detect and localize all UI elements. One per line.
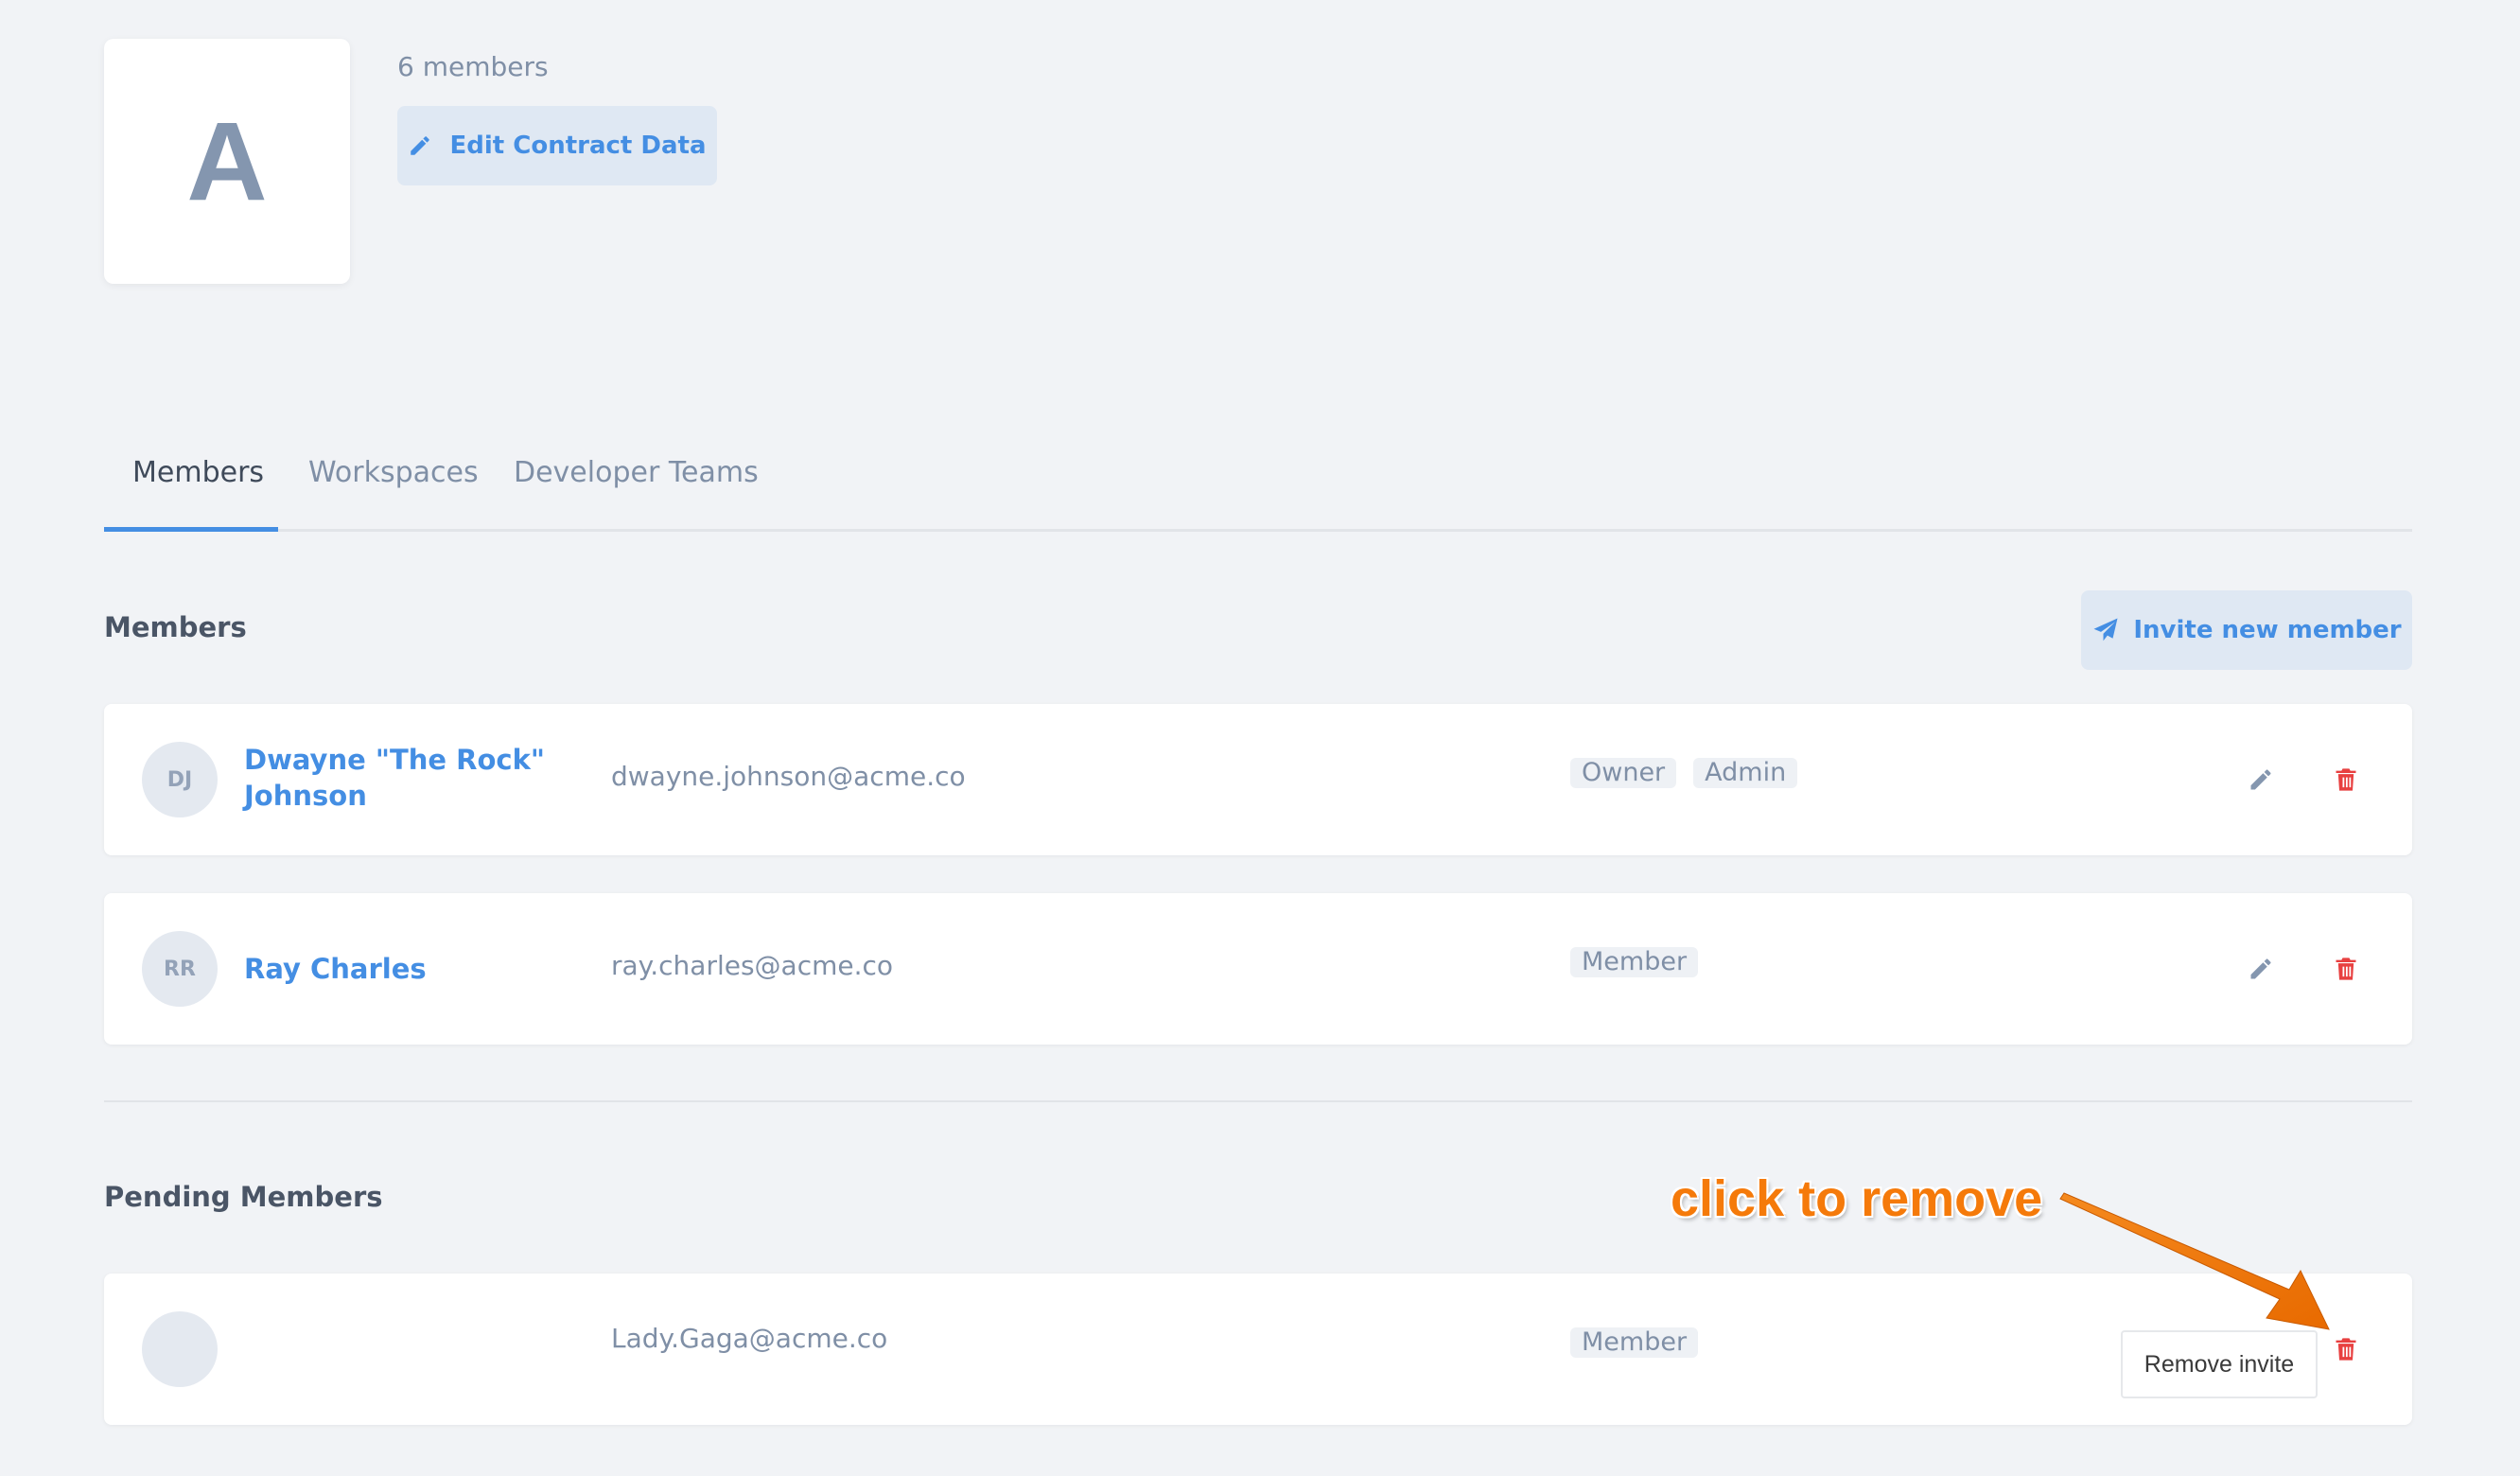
role-badges: Member <box>1570 1327 1699 1358</box>
tab-members[interactable]: Members <box>132 456 264 489</box>
avatar: DJ <box>142 742 218 817</box>
org-logo-letter: A <box>186 98 268 224</box>
role-badges: Member <box>1570 947 1699 977</box>
delete-member-button[interactable] <box>2329 763 2363 797</box>
pencil-icon <box>2250 769 2271 790</box>
member-name-link[interactable]: Dwayne "The Rock" Johnson <box>244 742 545 814</box>
invite-new-member-button[interactable]: Invite new member <box>2081 590 2412 670</box>
role-badge-member: Member <box>1570 947 1699 977</box>
edit-contract-data-label: Edit Contract Data <box>449 132 707 160</box>
member-email: ray.charles@acme.co <box>611 950 894 981</box>
trash-icon <box>2336 958 2356 980</box>
annotation-label: click to remove <box>1671 1170 2043 1227</box>
tab-developer-teams[interactable]: Developer Teams <box>514 456 759 489</box>
role-badge-admin: Admin <box>1693 758 1798 788</box>
members-section-title: Members <box>104 611 247 643</box>
pending-members-section-title: Pending Members <box>104 1181 383 1213</box>
member-row: DJ Dwayne "The Rock" Johnson dwayne.john… <box>104 704 2412 855</box>
annotation-arrow-icon <box>2059 1192 2330 1330</box>
member-name-line1: Dwayne "The Rock" <box>244 744 545 776</box>
edit-member-button[interactable] <box>2244 763 2278 797</box>
edit-member-button[interactable] <box>2244 952 2278 986</box>
role-badge-owner: Owner <box>1570 758 1677 788</box>
pencil-icon <box>411 136 430 155</box>
tab-bar: Members Workspaces Developer Teams <box>104 445 2412 532</box>
paper-plane-icon <box>2093 618 2118 641</box>
pencil-icon <box>2250 958 2271 979</box>
edit-contract-data-button[interactable]: Edit Contract Data <box>397 106 717 185</box>
org-logo: A <box>104 39 350 284</box>
section-divider <box>104 1100 2412 1102</box>
remove-invite-tooltip: Remove invite <box>2121 1330 2318 1398</box>
member-count: 6 members <box>397 51 549 82</box>
trash-icon <box>2336 768 2356 791</box>
trash-icon <box>2336 1338 2356 1361</box>
invite-new-member-label: Invite new member <box>2133 616 2402 644</box>
member-email: dwayne.johnson@acme.co <box>611 761 966 792</box>
role-badge-member: Member <box>1570 1327 1699 1358</box>
active-tab-indicator <box>104 527 278 532</box>
role-badges: Owner Admin <box>1570 758 1798 788</box>
delete-member-button[interactable] <box>2329 952 2363 986</box>
member-row: RR Ray Charles ray.charles@acme.co Membe… <box>104 893 2412 1045</box>
avatar: RR <box>142 931 218 1007</box>
pending-member-email: Lady.Gaga@acme.co <box>611 1323 888 1354</box>
member-name-line2: Johnson <box>244 780 367 812</box>
avatar <box>142 1311 218 1387</box>
member-name-link[interactable]: Ray Charles <box>244 951 427 987</box>
tab-workspaces[interactable]: Workspaces <box>308 456 479 489</box>
